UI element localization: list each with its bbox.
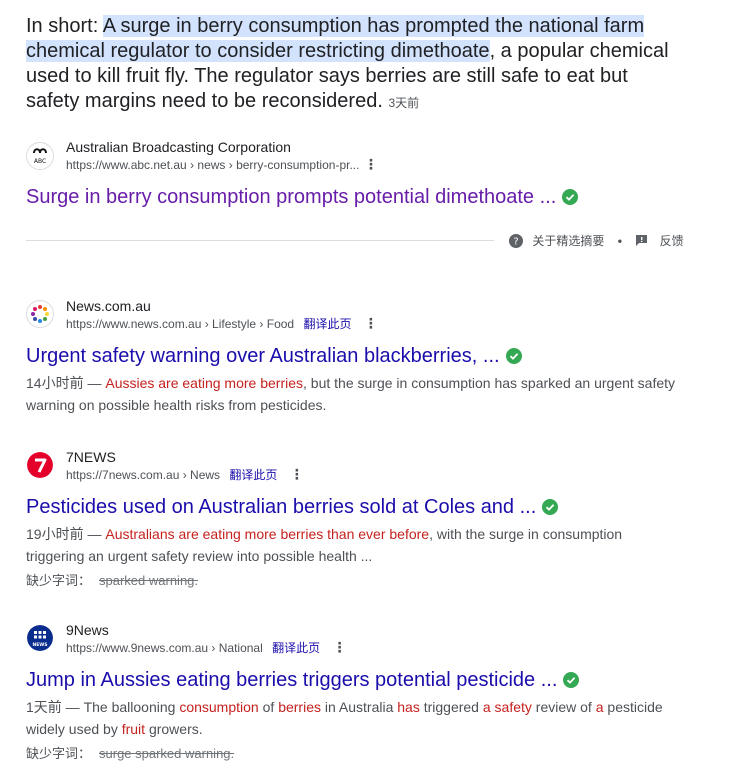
result-title-text: Surge in berry consumption prompts poten… bbox=[26, 186, 557, 208]
7news-logo-icon bbox=[27, 452, 53, 478]
result-title-link[interactable]: Pesticides used on Australian berries so… bbox=[26, 495, 559, 519]
translate-page-link[interactable]: 翻译此页 bbox=[272, 641, 320, 655]
missing-words: surge sparked warning. bbox=[99, 746, 235, 761]
snippet-highlight: chemical regulator to consider restricti… bbox=[26, 40, 490, 62]
result-title-link[interactable]: Surge in berry consumption prompts poten… bbox=[26, 185, 579, 209]
abc-favicon[interactable]: ABC bbox=[26, 142, 54, 170]
verified-check-icon bbox=[505, 348, 522, 364]
svg-text:ABC: ABC bbox=[34, 158, 46, 165]
snippet-text: used to kill fruit fly. The regulator sa… bbox=[26, 65, 628, 87]
result-snippet: of bbox=[258, 699, 279, 715]
translate-page-link[interactable]: 翻译此页 bbox=[303, 317, 351, 331]
feedback-icon[interactable] bbox=[635, 234, 648, 247]
result-title-link[interactable]: Jump in Aussies eating berries triggers … bbox=[26, 668, 580, 692]
result-age: 1天前 — bbox=[26, 699, 84, 715]
translate-page-link[interactable]: 翻译此页 bbox=[229, 468, 277, 482]
svg-text:?: ? bbox=[513, 236, 518, 247]
missing-words-label: 缺少字词： bbox=[26, 746, 92, 761]
svg-text:NEWS: NEWS bbox=[32, 642, 47, 648]
result-description: 14小时前 — Aussies are eating more berries,… bbox=[26, 372, 676, 416]
result-snippet: in Australia bbox=[320, 699, 398, 715]
result-description: 19小时前 — Australians are eating more berr… bbox=[26, 523, 676, 567]
missing-words-row: 缺少字词： sparked warning. bbox=[26, 570, 198, 589]
keyword-highlight: has bbox=[397, 699, 420, 715]
snippet-text: , a popular chemical bbox=[489, 40, 669, 62]
featured-snippet-text: In short: A surge in berry consumption h… bbox=[26, 14, 686, 116]
verified-check-icon bbox=[562, 189, 579, 205]
result-site-name[interactable]: News.com.au bbox=[66, 297, 151, 315]
about-featured-snippets-link[interactable]: 关于精选摘要 bbox=[532, 234, 604, 248]
keyword-highlight: a safety bbox=[482, 699, 532, 715]
feedback-link[interactable]: 反馈 bbox=[660, 234, 684, 248]
snippet-age: 3天前 bbox=[388, 96, 420, 110]
result-snippet: review of bbox=[531, 699, 596, 715]
source-url[interactable]: https://www.abc.net.au › news › berry-co… bbox=[66, 157, 379, 173]
source-url-text: https://www.abc.net.au › news › berry-co… bbox=[66, 158, 360, 172]
result-title-link[interactable]: Urgent safety warning over Australian bl… bbox=[26, 344, 522, 368]
divider bbox=[26, 240, 494, 241]
result-description: 1天前 — The ballooning consumption of berr… bbox=[26, 696, 676, 740]
more-options-icon[interactable]: ⋮ bbox=[363, 157, 379, 171]
result-site-name[interactable]: 7NEWS bbox=[66, 448, 116, 466]
newscomau-favicon[interactable] bbox=[26, 300, 54, 328]
missing-words: sparked warning. bbox=[99, 573, 199, 588]
9news-logo-icon: NEWS bbox=[27, 625, 53, 651]
keyword-highlight: berries bbox=[278, 699, 321, 715]
result-url[interactable]: https://www.news.com.au › Lifestyle › Fo… bbox=[66, 316, 379, 332]
featured-footer: ? 关于精选摘要 • 反馈 bbox=[509, 232, 684, 249]
source-name[interactable]: Australian Broadcasting Corporation bbox=[66, 138, 291, 156]
result-snippet: growers. bbox=[145, 721, 203, 737]
missing-words-label: 缺少字词： bbox=[26, 573, 92, 588]
keyword-highlight: Australians are eating more berries than… bbox=[105, 526, 430, 542]
result-snippet: The ballooning bbox=[83, 699, 180, 715]
snippet-text: safety margins need to be reconsidered. bbox=[26, 90, 383, 112]
result-age: 19小时前 — bbox=[26, 526, 106, 542]
result-snippet: triggered bbox=[419, 699, 483, 715]
abc-logo-icon: ABC bbox=[33, 148, 47, 165]
separator-dot: • bbox=[617, 233, 622, 248]
9news-favicon[interactable]: NEWS bbox=[26, 624, 54, 652]
keyword-highlight: fruit bbox=[121, 721, 146, 737]
result-url-text: https://www.9news.com.au › National bbox=[66, 641, 263, 655]
result-title-text: Jump in Aussies eating berries triggers … bbox=[26, 669, 558, 691]
result-url[interactable]: https://7news.com.au › News 翻译此页 ⋮ bbox=[66, 467, 305, 483]
result-age: 14小时前 — bbox=[26, 375, 106, 391]
keyword-highlight: a bbox=[595, 699, 604, 715]
result-site-name[interactable]: 9News bbox=[66, 621, 109, 639]
result-url[interactable]: https://www.9news.com.au › National 翻译此页… bbox=[66, 640, 347, 656]
result-title-text: Urgent safety warning over Australian bl… bbox=[26, 345, 500, 367]
more-options-icon[interactable]: ⋮ bbox=[331, 640, 347, 654]
help-circle-icon[interactable]: ? bbox=[509, 233, 523, 248]
7news-favicon[interactable] bbox=[26, 451, 54, 479]
more-options-icon[interactable]: ⋮ bbox=[289, 467, 305, 481]
missing-words-row: 缺少字词： surge sparked warning. bbox=[26, 743, 234, 762]
result-url-text: https://www.news.com.au › Lifestyle › Fo… bbox=[66, 317, 295, 331]
newscomau-logo-icon bbox=[31, 305, 49, 323]
keyword-highlight: consumption bbox=[179, 699, 259, 715]
verified-check-icon bbox=[542, 499, 559, 515]
snippet-prefix: In short: bbox=[26, 15, 103, 37]
result-title-text: Pesticides used on Australian berries so… bbox=[26, 496, 537, 518]
snippet-highlight: A surge in berry consumption has prompte… bbox=[102, 15, 645, 37]
keyword-highlight: Aussies are eating more berries bbox=[105, 375, 304, 391]
more-options-icon[interactable]: ⋮ bbox=[363, 316, 379, 330]
result-url-text: https://7news.com.au › News bbox=[66, 468, 221, 482]
verified-check-icon bbox=[563, 672, 580, 688]
